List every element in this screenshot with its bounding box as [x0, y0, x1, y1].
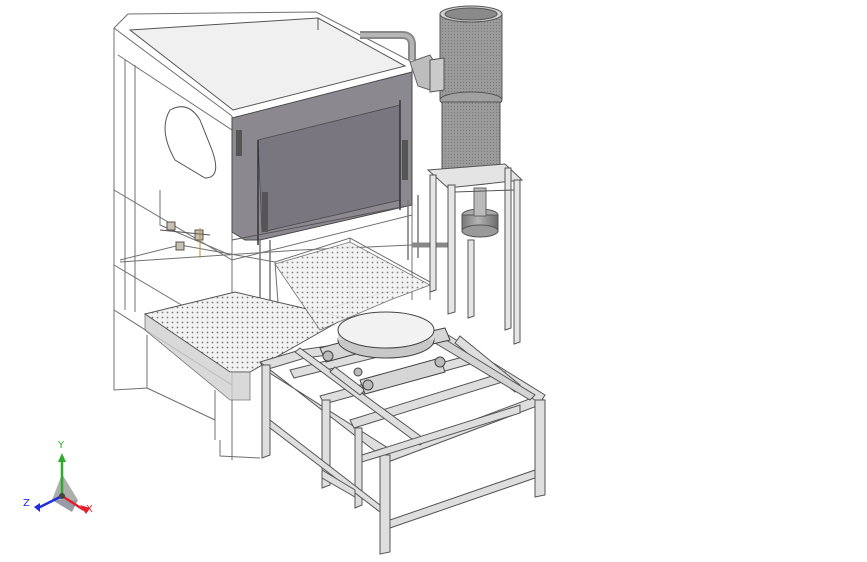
view-triad[interactable] — [34, 453, 90, 514]
triad-y-label: Y — [58, 440, 65, 451]
cad-viewport[interactable]: Y X Z — [0, 0, 867, 562]
steel-frame-table[interactable] — [259, 329, 546, 555]
triad-z-label: Z — [23, 498, 30, 509]
cyclone-separator[interactable] — [426, 5, 524, 345]
model-canvas[interactable] — [0, 0, 867, 562]
fittings — [159, 221, 211, 258]
triad-x-label: X — [86, 504, 93, 515]
turntable-disc[interactable] — [337, 311, 435, 359]
